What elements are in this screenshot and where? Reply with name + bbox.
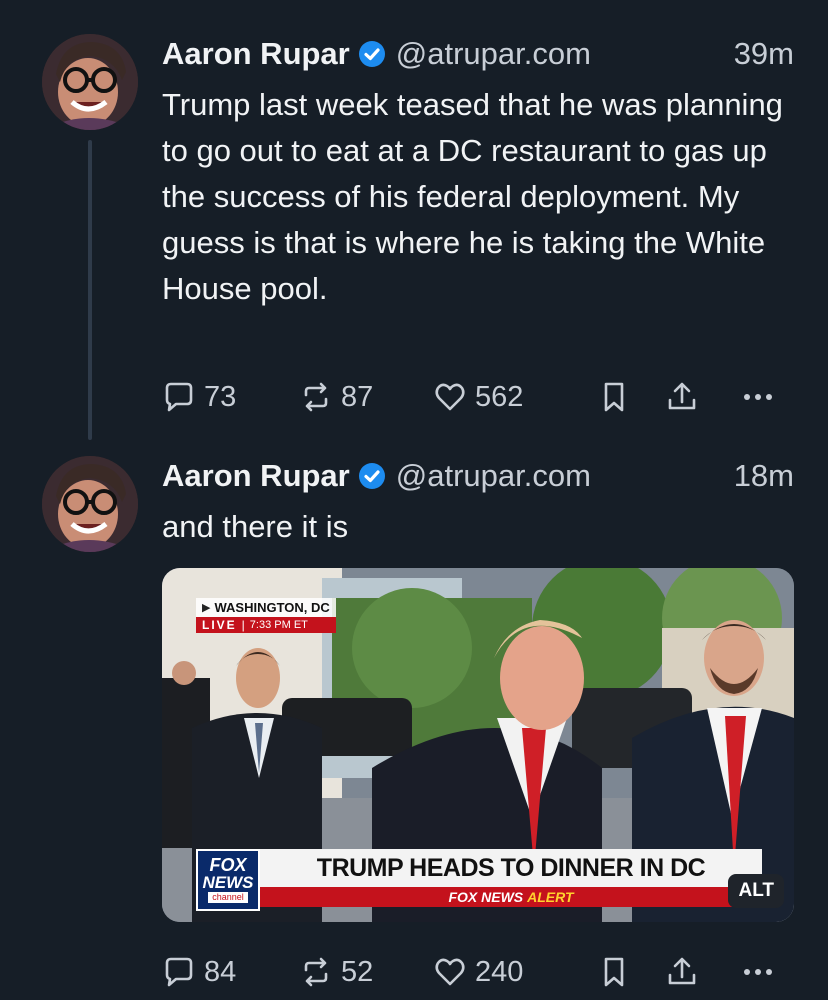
more-options-button[interactable] bbox=[741, 380, 775, 414]
bookmark-button[interactable] bbox=[597, 955, 665, 989]
author-name[interactable]: Aaron Rupar bbox=[162, 36, 350, 72]
post-header: Aaron Rupar @atrupar.com 18m bbox=[162, 456, 794, 496]
reply-icon bbox=[165, 382, 193, 412]
news-chyron: FOX NEWS channel TRUMP HEADS TO DINNER I… bbox=[192, 849, 762, 911]
reply-button[interactable]: 84 bbox=[162, 955, 299, 989]
post-actions: 73 87 562 bbox=[162, 377, 794, 417]
more-icon bbox=[744, 969, 772, 975]
verified-badge-icon bbox=[358, 40, 386, 68]
fox-news-logo: FOX NEWS channel bbox=[196, 849, 260, 911]
bookmark-button[interactable] bbox=[597, 380, 665, 414]
reply-button[interactable]: 73 bbox=[162, 380, 299, 414]
verified-badge-icon bbox=[358, 462, 386, 490]
share-button[interactable] bbox=[665, 955, 741, 989]
repost-count: 52 bbox=[341, 955, 374, 988]
repost-count: 87 bbox=[341, 380, 374, 413]
live-label: LIVE bbox=[202, 618, 237, 632]
post-actions: 84 52 240 bbox=[162, 952, 794, 992]
play-icon: ▶ bbox=[202, 602, 211, 614]
location-label: WASHINGTON, DC bbox=[214, 600, 330, 615]
share-icon bbox=[668, 957, 696, 985]
post-timestamp[interactable]: 18m bbox=[734, 458, 794, 494]
chyron-headline: TRUMP HEADS TO DINNER IN DC bbox=[316, 853, 706, 882]
like-icon bbox=[435, 958, 465, 986]
post-1[interactable]: Aaron Rupar @atrupar.com 39m Trump last … bbox=[0, 0, 828, 450]
thread-line bbox=[88, 140, 92, 440]
repost-icon bbox=[304, 382, 328, 412]
author-handle[interactable]: @atrupar.com bbox=[396, 458, 591, 494]
alert-word: ALERT bbox=[527, 889, 574, 905]
repost-icon bbox=[304, 957, 328, 987]
repost-button[interactable]: 87 bbox=[299, 380, 433, 414]
like-count: 562 bbox=[475, 380, 524, 413]
like-button[interactable]: 240 bbox=[433, 955, 597, 989]
reply-count: 73 bbox=[204, 380, 237, 413]
reply-count: 84 bbox=[204, 955, 237, 988]
like-count: 240 bbox=[475, 955, 524, 988]
share-icon bbox=[668, 382, 696, 410]
alt-text-button[interactable]: ALT bbox=[728, 874, 784, 908]
reply-icon bbox=[165, 957, 193, 987]
author-name[interactable]: Aaron Rupar bbox=[162, 458, 350, 494]
location-bug: ▶ WASHINGTON, DC LIVE | 7:33 PM ET bbox=[196, 598, 336, 633]
avatar[interactable] bbox=[42, 34, 138, 130]
avatar[interactable] bbox=[42, 456, 138, 552]
more-icon bbox=[744, 394, 772, 400]
bookmark-icon bbox=[604, 382, 624, 412]
post-text: and there it is bbox=[162, 509, 349, 544]
alert-prefix: FOX NEWS bbox=[448, 889, 524, 905]
like-button[interactable]: 562 bbox=[433, 380, 597, 414]
repost-button[interactable]: 52 bbox=[299, 955, 433, 989]
live-divider: | bbox=[241, 618, 245, 632]
bookmark-icon bbox=[604, 957, 624, 987]
author-handle[interactable]: @atrupar.com bbox=[396, 36, 591, 72]
live-time: 7:33 PM ET bbox=[249, 619, 308, 631]
post-header: Aaron Rupar @atrupar.com 39m bbox=[162, 34, 794, 74]
more-options-button[interactable] bbox=[741, 955, 775, 989]
like-icon bbox=[435, 383, 465, 411]
post-media-image[interactable]: ▶ WASHINGTON, DC LIVE | 7:33 PM ET FOX N… bbox=[162, 568, 794, 922]
post-timestamp[interactable]: 39m bbox=[734, 36, 794, 72]
post-text: Trump last week teased that he was plann… bbox=[162, 87, 783, 306]
share-button[interactable] bbox=[665, 380, 741, 414]
